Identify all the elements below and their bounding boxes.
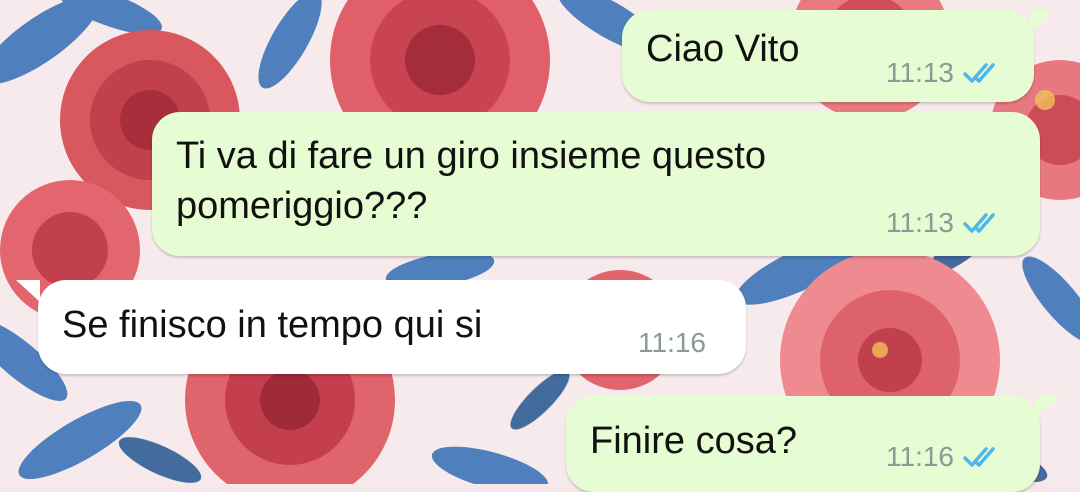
message-meta: 11:13 — [886, 208, 1004, 238]
outgoing-message[interactable]: Ti va di fare un giro insieme questo pom… — [152, 112, 1040, 256]
outgoing-message[interactable]: Finire cosa? 11:16 — [566, 396, 1040, 492]
outgoing-message[interactable]: Ciao Vito 11:13 — [622, 10, 1034, 102]
message-timestamp: 11:13 — [886, 57, 954, 88]
message-text: Finire cosa? — [590, 420, 797, 462]
message-timestamp: 11:13 — [886, 207, 954, 238]
bubble-tail — [1030, 10, 1054, 32]
incoming-message[interactable]: Se finisco in tempo qui si 11:16 — [38, 280, 746, 374]
message-timestamp: 11:16 — [886, 441, 954, 472]
double-check-icon — [962, 444, 1004, 470]
message-timestamp: 11:16 — [638, 327, 706, 358]
double-check-icon — [962, 210, 1004, 236]
message-meta: 11:16 — [638, 328, 706, 358]
message-text: Ciao Vito — [646, 28, 800, 70]
message-text: Ti va di fare un giro insieme questo pom… — [176, 135, 767, 227]
double-check-icon — [962, 60, 1004, 86]
bubble-tail — [1036, 396, 1060, 418]
bubble-tail — [16, 280, 40, 302]
message-meta: 11:13 — [886, 58, 1004, 88]
message-meta: 11:16 — [886, 442, 1004, 472]
message-text: Se finisco in tempo qui si — [62, 304, 483, 346]
